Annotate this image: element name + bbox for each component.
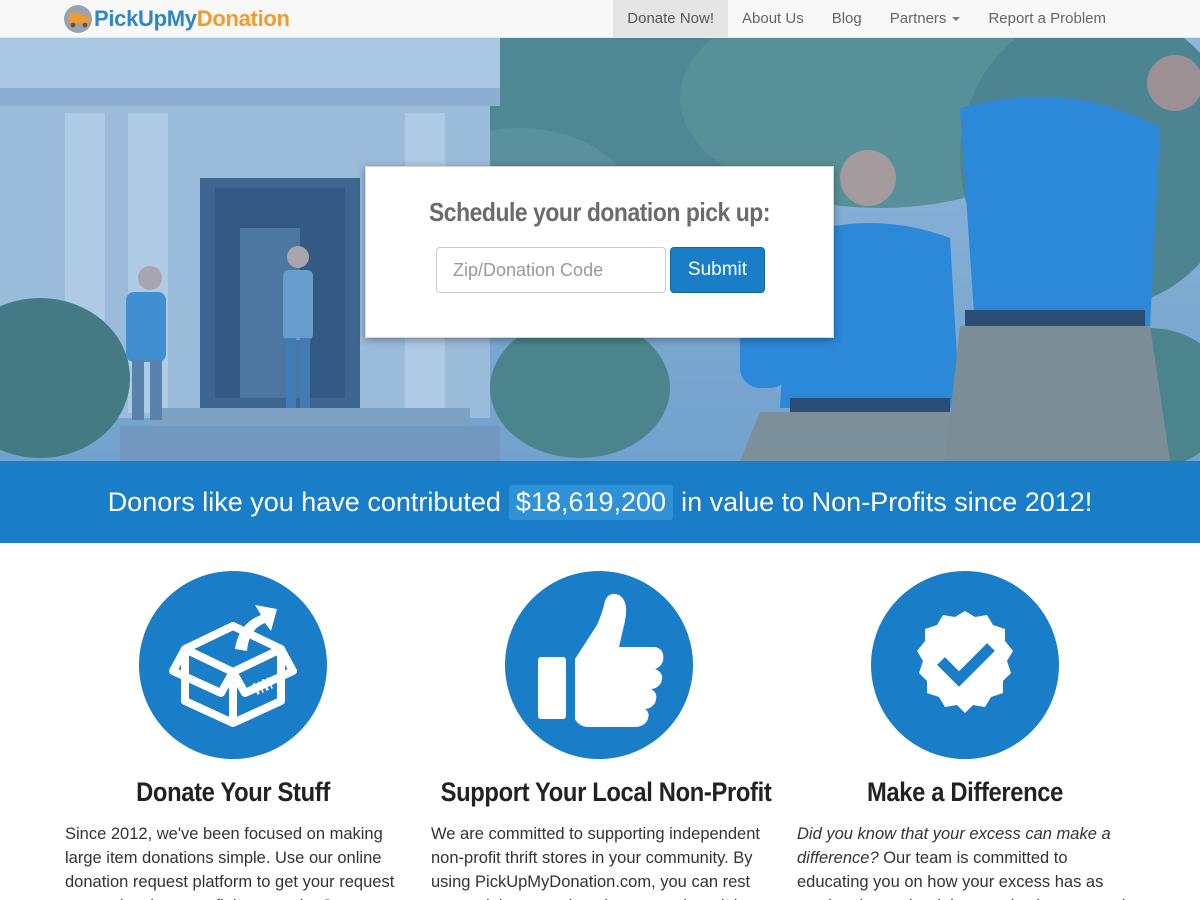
- zip-donation-code-input[interactable]: [436, 247, 666, 293]
- thumbs-up-icon: [505, 571, 693, 759]
- box-icon: [139, 571, 327, 759]
- nav-item-report-problem[interactable]: Report a Problem: [974, 0, 1120, 38]
- feature-title-support: Support Your Local Non-Profit: [440, 777, 772, 807]
- features-section: Donate Your Stuff Since 2012, we've been…: [0, 543, 1200, 900]
- feature-text-support: We are committed to supporting independe…: [431, 825, 760, 900]
- truck-logo-icon: [63, 4, 93, 34]
- nav-item-blog[interactable]: Blog: [818, 0, 876, 38]
- feature-text-donate: Since 2012, we've been focused on making…: [65, 825, 403, 900]
- brand-logo[interactable]: PickUpMyDonation: [63, 3, 290, 35]
- donation-stats-banner: Donors like you have contributed $18,619…: [0, 461, 1200, 543]
- caret-down-icon: [952, 17, 961, 22]
- nav-item-partners[interactable]: Partners: [876, 0, 975, 38]
- schedule-pickup-title: Schedule your donation pick up:: [428, 197, 771, 227]
- feature-text-difference: Did you know that your excess can make a…: [797, 822, 1142, 900]
- stats-suffix: in value to Non-Profits since 2012!: [681, 486, 1093, 517]
- nav-item-about-us[interactable]: About Us: [728, 0, 818, 38]
- navbar: PickUpMyDonation Donate Now! About Us Bl…: [0, 0, 1200, 38]
- badge-check-icon: [871, 571, 1059, 759]
- nav-item-donate-now[interactable]: Donate Now!: [613, 0, 728, 38]
- schedule-pickup-card: Schedule your donation pick up: Submit: [365, 166, 834, 338]
- stats-prefix: Donors like you have contributed: [107, 486, 501, 517]
- submit-button[interactable]: Submit: [670, 247, 765, 293]
- brand-name: PickUpMyDonation: [94, 6, 290, 31]
- feature-title-difference: Make a Difference: [866, 777, 1064, 807]
- stats-amount: $18,619,200: [508, 484, 674, 520]
- nav-menu: Donate Now! About Us Blog Partners Repor…: [613, 0, 1120, 38]
- feature-title-donate: Donate Your Stuff: [136, 777, 330, 807]
- nav-item-partners-label: Partners: [889, 10, 947, 27]
